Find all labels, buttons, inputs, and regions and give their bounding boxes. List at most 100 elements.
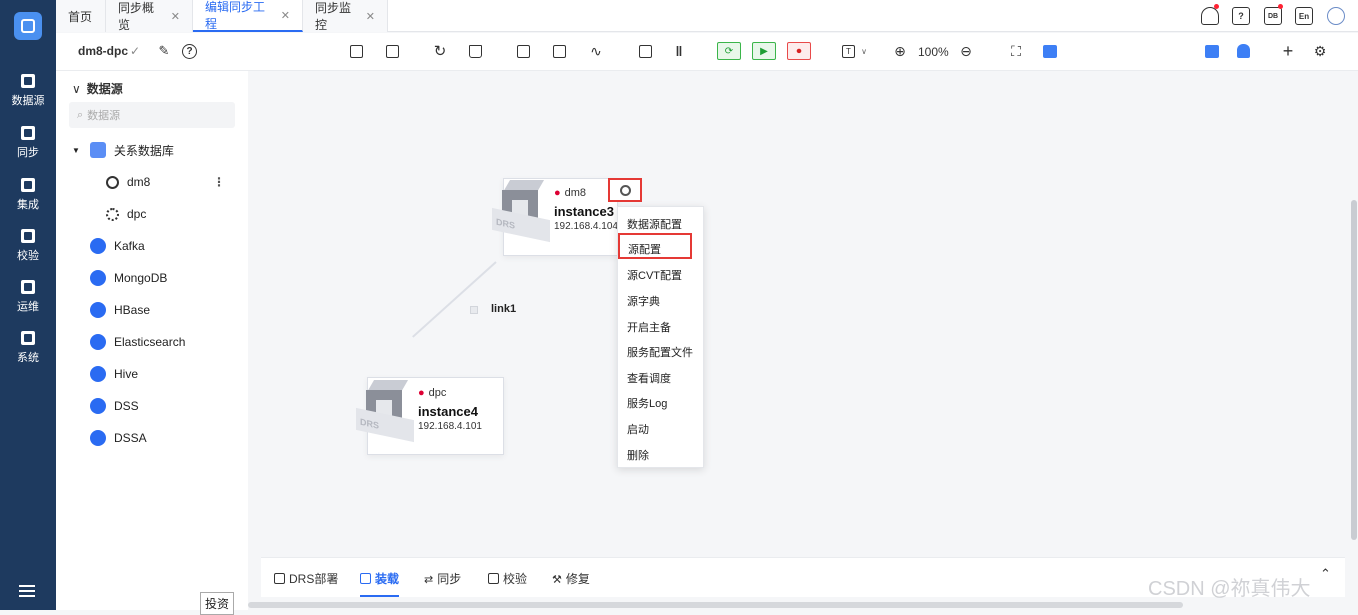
stop-button[interactable]: ⏺ [787,42,811,60]
avatar[interactable] [1327,7,1345,25]
rocket-icon[interactable] [1237,44,1250,58]
tab-label: 首页 [68,9,93,24]
tab-sync-monitor[interactable]: 同步监控 ✕ [303,0,388,32]
notification-dot [1214,4,1219,9]
add-icon[interactable]: + [1280,41,1296,61]
watermark: CSDN @祢真伟大 [1148,578,1311,600]
bell-icon[interactable] [1201,7,1219,25]
nav-item-system[interactable]: 系统 [0,331,56,375]
horizontal-scrollbar[interactable] [248,602,1183,608]
tree-item-kafka[interactable]: Kafka [56,232,248,260]
nav-label: 集成 [17,199,39,211]
tree-item-rdb[interactable]: ▼ 关系数据库 [56,136,248,164]
help-icon[interactable]: ? [1232,7,1250,25]
tab-sync-overview[interactable]: 同步概览 ✕ [106,0,193,32]
menu-item-service-log[interactable]: 服务Log [627,395,667,411]
help-circle-icon[interactable]: ? [182,44,197,59]
nav-label: 同步 [17,147,39,159]
fullscreen-icon[interactable]: ⛶ [1008,43,1024,59]
pause-icon[interactable]: ‖ [671,43,687,59]
select-icon[interactable] [517,45,530,58]
nav-item-check[interactable]: 校验 [0,229,56,273]
link-label[interactable]: link1 [491,303,516,315]
tree-item-mongodb[interactable]: MongoDB [56,264,248,292]
delete-icon[interactable] [469,45,482,58]
tree-label: Kafka [114,239,145,253]
tab-drs-deploy[interactable]: DRS部署 [274,570,338,587]
chevron-down-icon[interactable]: ∨ [856,43,872,59]
dict-icon[interactable]: DB [1264,7,1282,25]
node-settings-button[interactable] [608,178,642,202]
zoom-in-icon[interactable]: ⊕ [892,43,908,59]
tab-label: 编辑同步工程 [205,0,266,31]
nav-item-sync[interactable]: 同步 [0,126,56,170]
tab-home[interactable]: 首页 [56,0,106,32]
tree-item-dpc[interactable]: dpc [56,200,248,228]
close-icon[interactable]: ✕ [366,10,375,23]
menu-item-service-config-file[interactable]: 服务配置文件 [627,344,693,360]
tree-item-elasticsearch[interactable]: Elasticsearch [56,328,248,356]
bottom-tab-label: 修复 [565,572,590,586]
tab-load[interactable]: 装载 [360,570,400,597]
database-icon [89,142,106,158]
elasticsearch-icon [90,334,106,350]
tab-edit-project[interactable]: 编辑同步工程 ✕ [193,0,303,32]
node-type: ● dm8 [554,187,586,199]
check-icon [21,229,35,243]
close-icon[interactable]: ✕ [171,10,180,23]
tree-item-hbase[interactable]: HBase [56,296,248,324]
tree-item-dm8[interactable]: dm8 ⋮ [56,168,248,196]
tab-label: 同步监控 [315,1,352,32]
menu-item-datasource-config[interactable]: 数据源配置 [627,216,682,232]
text-tool-icon[interactable]: T [842,45,855,58]
menu-item-view-schedule[interactable]: 查看调度 [627,370,671,386]
search-input[interactable]: ⌕ 数据源 [69,102,235,128]
bottom-tab-label: 装载 [375,572,400,586]
zoom-out-icon[interactable]: ⊖ [958,43,974,59]
list-icon[interactable] [639,45,652,58]
tabs-bar: 首页 同步概览 ✕ 编辑同步工程 ✕ 同步监控 ✕ ? DB En [56,0,1358,32]
menu-collapse-icon[interactable] [19,585,35,597]
tree-item-hive[interactable]: Hive [56,360,248,388]
edit-icon[interactable]: ✎ [156,43,172,59]
refresh-icon[interactable]: ↻ [432,43,448,60]
collapse-panel-icon[interactable]: ⌃ [1320,566,1331,582]
comment-icon[interactable] [1043,45,1057,58]
layout-icon[interactable] [553,45,566,58]
export-icon[interactable] [350,45,363,58]
deploy-start-button[interactable]: ⟳ [717,42,741,60]
menu-item-enable-ha[interactable]: 开启主备 [627,319,671,335]
play-button[interactable]: ▶ [752,42,776,60]
tree-label: DSSA [114,431,147,445]
sidebar-title[interactable]: ∨ 数据源 [72,80,123,97]
tree-item-dss[interactable]: DSS [56,392,248,420]
tree-item-dssa[interactable]: DSSA [56,424,248,452]
menu-item-source-cvt-config[interactable]: 源CVT配置 [627,267,682,283]
caret-down-icon: ▼ [72,145,80,155]
nav-item-datasource[interactable]: 数据源 [0,74,56,118]
menu-item-start[interactable]: 启动 [627,421,649,437]
nav-item-integration[interactable]: 集成 [0,178,56,222]
settings-icon[interactable]: ⚙ [1312,43,1328,59]
menu-item-source-dict[interactable]: 源字典 [627,293,660,309]
tab-repair[interactable]: ⚒ 修复 [552,570,590,587]
vertical-scrollbar[interactable] [1351,200,1357,540]
app-logo[interactable] [14,12,42,40]
nav-item-ops[interactable]: 运维 [0,280,56,324]
copy-icon[interactable] [386,45,399,58]
server-icon: DRS [356,380,414,443]
menu-item-delete[interactable]: 删除 [627,447,649,463]
project-selector[interactable]: dm8-dpc ✓ [78,44,140,58]
tab-sync[interactable]: ⇄ 同步 [424,570,461,587]
db-type-icon: ● [418,387,425,399]
close-icon[interactable]: ✕ [281,9,290,22]
wave-icon[interactable]: ∿ [588,43,604,59]
flow-canvas[interactable] [248,71,1358,557]
menu-item-source-config[interactable]: 源配置 [618,233,692,259]
chart-icon[interactable] [1205,45,1219,58]
link-handle[interactable] [470,306,478,314]
tab-verify[interactable]: 校验 [488,570,527,587]
more-icon[interactable]: ⋮ [213,175,225,189]
dss-icon [90,398,106,414]
language-icon[interactable]: En [1295,7,1313,25]
